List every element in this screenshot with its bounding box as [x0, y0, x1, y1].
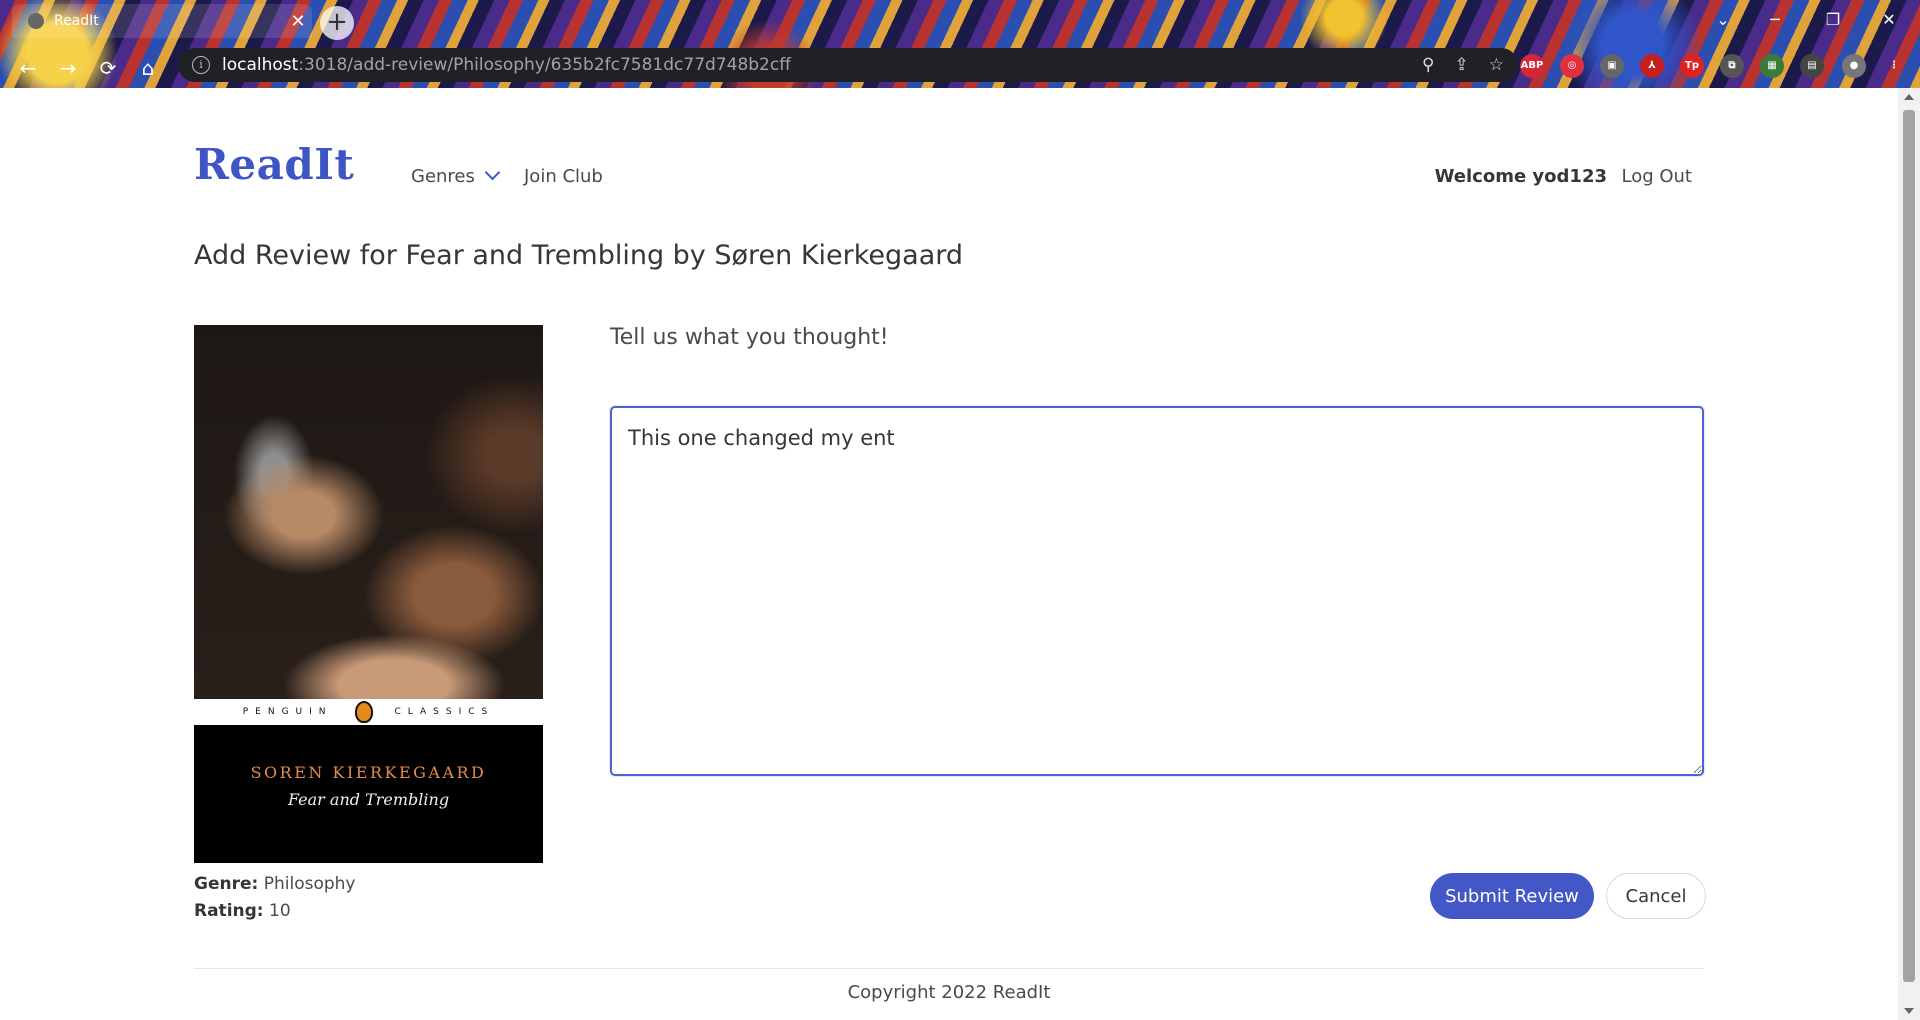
back-icon[interactable]: ←: [12, 52, 44, 84]
browser-tab[interactable]: ReadIt ✕: [12, 4, 312, 38]
genres-label: Genres: [411, 166, 475, 187]
extension-icon[interactable]: Tp: [1680, 54, 1704, 78]
tab-close-icon[interactable]: ✕: [284, 11, 312, 32]
brand-logo[interactable]: ReadIt: [194, 140, 354, 189]
share-icon[interactable]: ⇪: [1455, 55, 1469, 75]
penguin-logo-icon: [354, 701, 373, 723]
welcome-text: Welcome yod123: [1434, 166, 1607, 187]
review-textarea[interactable]: This one changed my ent: [610, 406, 1704, 776]
cover-series-right: CLASSICS: [394, 707, 495, 717]
pdf-extension-icon[interactable]: ⅄: [1640, 54, 1664, 78]
rating-label: Rating:: [194, 901, 264, 921]
cover-lower: SOREN KIERKEGAARD Fear and Trembling: [194, 725, 543, 863]
vertical-scrollbar[interactable]: [1898, 88, 1920, 1020]
adblock-extension-icon[interactable]: ABP: [1520, 54, 1544, 78]
address-bar[interactable]: i localhost:3018/add-review/Philosophy/6…: [178, 48, 1518, 82]
tab-title: ReadIt: [54, 13, 99, 29]
genre-label: Genre:: [194, 874, 259, 894]
page-title: Add Review for Fear and Trembling by Sør…: [194, 240, 964, 271]
url-host: localhost: [222, 55, 299, 75]
extension-icon[interactable]: ▦: [1760, 54, 1784, 78]
browser-chrome: ReadIt ✕ + ⌄ ─ ❐ ✕ ← → ⟳ ⌂ i localhost:3…: [0, 0, 1920, 88]
scroll-up-icon[interactable]: [1904, 94, 1914, 100]
home-icon[interactable]: ⌂: [132, 52, 164, 84]
rating-value: 10: [269, 901, 291, 921]
cover-series-left: PENGUIN: [242, 707, 333, 717]
cancel-button[interactable]: Cancel: [1606, 873, 1706, 919]
menu-icon[interactable]: ⋮: [1882, 54, 1906, 78]
genres-dropdown[interactable]: Genres: [411, 164, 501, 187]
footer-copyright: Copyright 2022 ReadIt: [847, 982, 1051, 1003]
close-window-button[interactable]: ✕: [1866, 6, 1912, 34]
zoom-icon[interactable]: ⚲: [1422, 55, 1434, 75]
side-panel-icon[interactable]: ▤: [1800, 54, 1824, 78]
scroll-down-icon[interactable]: [1904, 1008, 1914, 1014]
tab-favicon-icon: [28, 13, 44, 29]
reload-icon[interactable]: ⟳: [92, 52, 124, 84]
forward-icon[interactable]: →: [52, 52, 84, 84]
submit-review-button[interactable]: Submit Review: [1430, 873, 1594, 919]
logout-link[interactable]: Log Out: [1621, 166, 1692, 187]
navbar: ReadIt Genres Join Club Welcome yod123 L…: [194, 128, 1704, 198]
cover-painting: [194, 325, 543, 699]
cover-series-band: PENGUIN CLASSICS: [194, 699, 543, 725]
minimize-button[interactable]: ─: [1752, 6, 1798, 34]
join-club-link[interactable]: Join Club: [524, 166, 603, 187]
book-rating: Rating: 10: [194, 901, 291, 921]
profile-avatar[interactable]: ●: [1842, 54, 1866, 78]
page: ReadIt Genres Join Club Welcome yod123 L…: [0, 88, 1898, 1020]
extension-icon[interactable]: ▣: [1600, 54, 1624, 78]
footer-divider: [194, 968, 1704, 969]
book-cover: PENGUIN CLASSICS SOREN KIERKEGAARD Fear …: [194, 325, 543, 863]
cover-author: SOREN KIERKEGAARD: [250, 763, 487, 782]
bookmark-star-icon[interactable]: ☆: [1489, 55, 1504, 75]
book-genre: Genre: Philosophy: [194, 874, 355, 894]
cover-title: Fear and Trembling: [287, 790, 450, 809]
new-tab-button[interactable]: +: [320, 6, 354, 40]
extensions-puzzle-icon[interactable]: ⧉: [1720, 54, 1744, 78]
tab-search-icon[interactable]: ⌄: [1700, 6, 1746, 34]
review-prompt: Tell us what you thought!: [610, 325, 889, 350]
scrollbar-thumb[interactable]: [1903, 110, 1915, 982]
genre-value: Philosophy: [263, 874, 356, 894]
extension-icon[interactable]: ◎: [1560, 54, 1584, 78]
url-path: :3018/add-review/Philosophy/635b2fc7581d…: [298, 55, 791, 75]
info-icon[interactable]: i: [192, 56, 210, 74]
chevron-down-icon: [484, 164, 501, 181]
maximize-button[interactable]: ❐: [1810, 6, 1856, 34]
